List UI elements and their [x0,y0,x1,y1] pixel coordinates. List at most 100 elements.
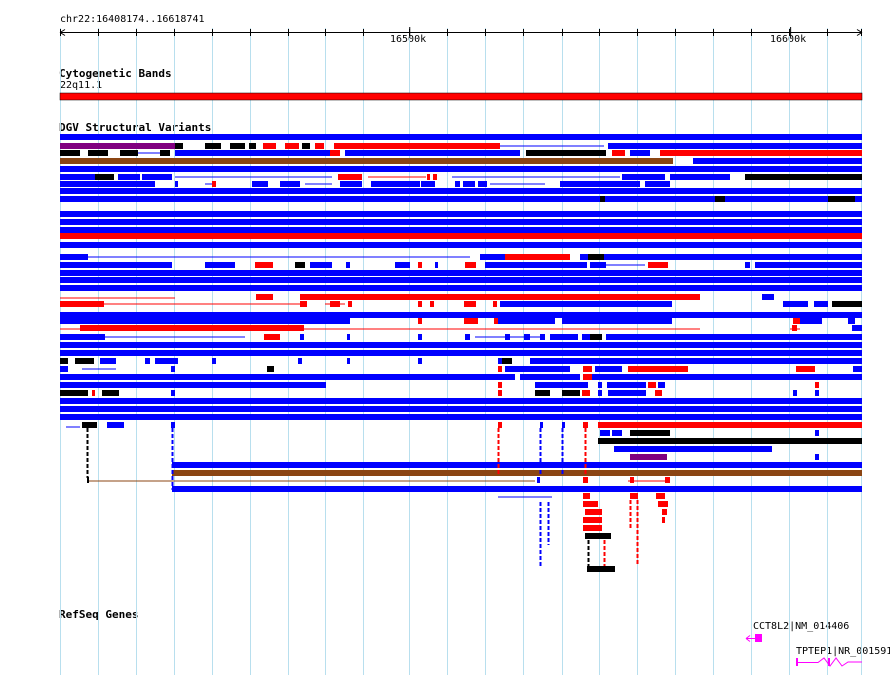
variant-segment[interactable] [75,358,94,364]
variant-segment[interactable] [172,462,862,468]
variant-segment[interactable] [88,150,108,156]
variant-segment[interactable] [60,181,155,187]
variant-segment[interactable] [60,342,862,348]
variant-segment[interactable] [498,358,502,364]
variant-segment[interactable] [630,430,670,436]
variant-segment[interactable] [175,150,330,156]
variant-segment[interactable] [60,219,862,225]
variant-segment[interactable] [300,301,307,307]
variant-segment[interactable] [60,398,862,404]
variant-segment[interactable] [60,158,673,164]
variant-segment[interactable] [815,454,819,460]
variant-segment[interactable] [848,318,855,324]
variant-segment[interactable] [82,422,97,428]
variant-segment[interactable] [433,174,437,180]
variant-segment[interactable] [102,390,119,396]
variant-segment[interactable] [60,414,862,420]
variant-segment[interactable] [537,477,540,483]
variant-segment[interactable] [505,334,510,340]
variant-segment[interactable] [340,181,362,187]
variant-segment[interactable] [793,390,797,396]
variant-segment[interactable] [430,301,434,307]
variant-segment[interactable] [673,166,862,172]
variant-segment[interactable] [348,301,352,307]
variant-segment[interactable] [498,382,502,388]
variant-segment[interactable] [60,166,335,172]
variant-segment[interactable] [255,262,273,268]
variant-segment[interactable] [583,477,588,483]
variant-segment[interactable] [302,143,310,149]
variant-segment[interactable] [505,254,570,260]
variant-segment[interactable] [60,242,862,248]
variant-segment[interactable] [783,301,808,307]
variant-segment[interactable] [498,390,502,396]
variant-segment[interactable] [502,358,512,364]
variant-segment[interactable] [762,294,774,300]
variant-segment[interactable] [665,477,670,483]
variant-segment[interactable] [256,294,273,300]
variant-segment[interactable] [465,262,476,268]
variant-segment[interactable] [595,366,622,372]
variant-segment[interactable] [630,454,667,460]
variant-segment[interactable] [814,301,828,307]
variant-segment[interactable] [815,382,819,388]
variant-segment[interactable] [212,358,216,364]
variant-segment[interactable] [435,262,438,268]
variant-segment[interactable] [662,517,665,523]
variant-segment[interactable] [606,334,862,340]
variant-segment[interactable] [583,525,602,531]
variant-segment[interactable] [249,143,256,149]
variant-segment[interactable] [60,262,172,268]
variant-segment[interactable] [212,181,216,187]
variant-segment[interactable] [662,509,667,515]
variant-segment[interactable] [582,390,590,396]
variant-segment[interactable] [60,358,68,364]
variant-segment[interactable] [60,211,862,217]
variant-segment[interactable] [330,150,340,156]
variant-segment[interactable] [60,134,862,140]
variant-segment[interactable] [205,262,235,268]
variant-segment[interactable] [60,150,80,156]
variant-segment[interactable] [745,174,862,180]
variant-segment[interactable] [427,174,430,180]
variant-segment[interactable] [60,382,326,388]
variant-segment[interactable] [107,422,124,428]
variant-segment[interactable] [622,174,665,180]
variant-segment[interactable] [95,174,114,180]
variant-segment[interactable] [295,262,305,268]
variant-segment[interactable] [142,174,172,180]
variant-segment[interactable] [418,301,422,307]
variant-segment[interactable] [60,188,640,194]
variant-segment[interactable] [100,358,116,364]
variant-segment[interactable] [418,318,422,324]
variant-segment[interactable] [562,318,672,324]
variant-segment[interactable] [612,150,625,156]
variant-segment[interactable] [60,366,68,372]
variant-segment[interactable] [155,358,178,364]
variant-segment[interactable] [608,143,862,149]
variant-segment[interactable] [60,374,500,380]
variant-segment[interactable] [418,334,422,340]
variant-segment[interactable] [334,143,500,149]
variant-segment[interactable] [307,270,330,276]
variant-segment[interactable] [60,301,104,307]
variant-segment[interactable] [60,350,862,356]
variant-segment[interactable] [60,254,88,260]
variant-segment[interactable] [92,390,95,396]
variant-segment[interactable] [60,318,350,324]
variant-segment[interactable] [524,334,530,340]
variant-segment[interactable] [172,470,862,476]
variant-segment[interactable] [464,318,478,324]
variant-segment[interactable] [607,196,632,202]
variant-segment[interactable] [562,390,580,396]
variant-segment[interactable] [645,196,672,202]
variant-segment[interactable] [395,262,410,268]
variant-segment[interactable] [604,254,862,260]
variant-segment[interactable] [587,566,615,572]
variant-segment[interactable] [598,382,602,388]
variant-segment[interactable] [583,422,588,428]
variant-segment[interactable] [463,181,475,187]
variant-segment[interactable] [598,438,862,444]
variant-segment[interactable] [583,366,592,372]
variant-segment[interactable] [600,430,610,436]
